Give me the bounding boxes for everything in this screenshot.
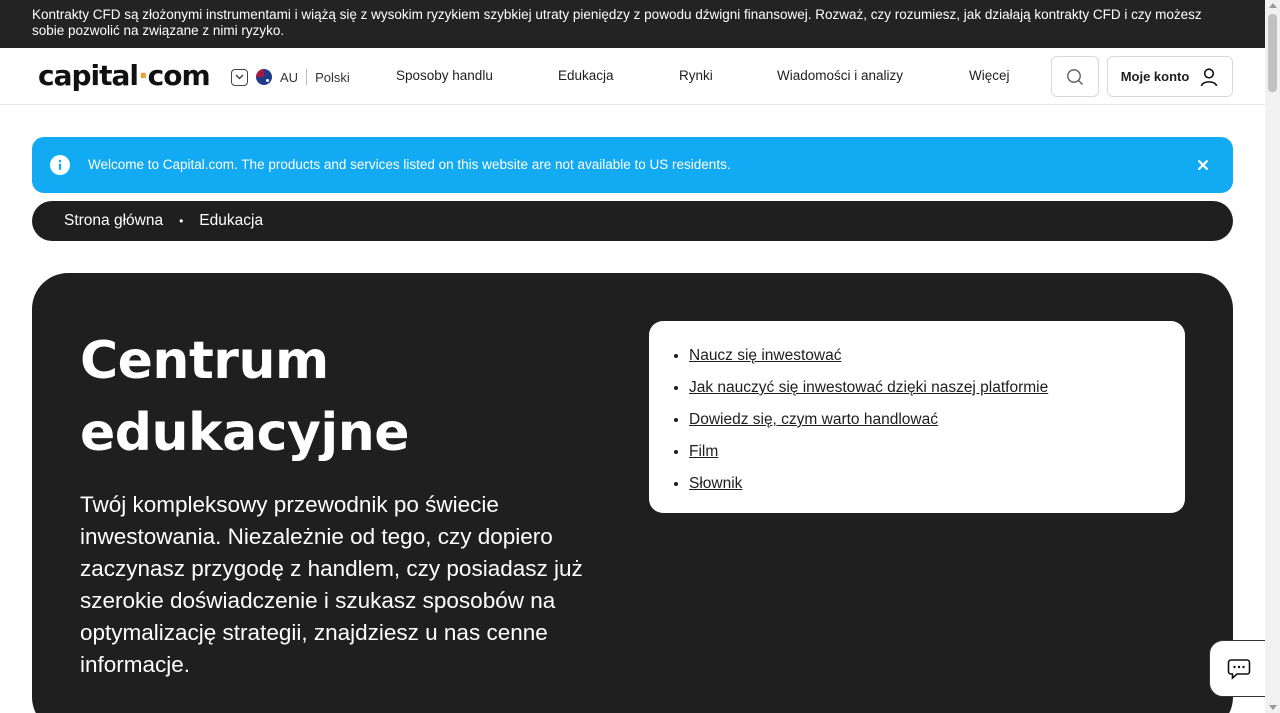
page-title-line-2: edukacyjne [80,403,410,463]
education-links-list: Naucz się inwestować Jak nauczyć się inw… [689,340,1165,500]
breadcrumb-separator: • [179,214,184,228]
risk-warning-bar: Kontrakty CFD są złożonymi instrumentami… [0,0,1265,48]
info-icon [50,155,70,175]
hero-section: Centrum edukacyjne Twój kompleksowy prze… [32,273,1233,713]
link-jak-nauczyc-sie[interactable]: Jak nauczyć się inwestować dzięki naszej… [689,379,1048,396]
logo-text-left: capital [38,59,139,92]
chevron-down-icon[interactable] [231,68,248,86]
language-label: Polski [315,69,350,85]
list-item: Naucz się inwestować [689,340,1165,372]
search-icon [1067,68,1083,85]
region-label: AU [280,69,299,85]
breadcrumb-current: Edukacja [199,212,264,229]
logo-text-right: com [147,59,211,92]
nav-sposoby-handlu[interactable]: Sposoby handlu [396,68,493,84]
search-button[interactable] [1051,56,1099,97]
nav-rynki[interactable]: Rynki [679,68,713,84]
link-slownik[interactable]: Słownik [689,475,742,492]
chat-icon [1227,658,1251,680]
scroll-down-arrow[interactable] [1269,705,1277,710]
link-naucz-sie-inwestowac[interactable]: Naucz się inwestować [689,347,841,364]
account-label: Moje konto [1120,69,1190,84]
page-scrollbar[interactable] [1265,0,1280,713]
link-film[interactable]: Film [689,443,718,460]
page-title: Centrum edukacyjne [80,325,600,469]
list-item: Słownik [689,468,1165,500]
chat-button[interactable] [1209,640,1269,697]
list-item: Dowiedz się, czym warto handlować [689,404,1165,436]
list-item: Jak nauczyć się inwestować dzięki naszej… [689,372,1165,404]
breadcrumb: Strona główna • Edukacja [32,201,1233,241]
scroll-up-arrow[interactable] [1269,3,1277,8]
close-icon[interactable] [1193,155,1213,175]
logo-dot: · [138,59,149,92]
us-residents-notice: Welcome to Capital.com. The products and… [32,137,1233,193]
nav-wiadomosci[interactable]: Wiadomości i analizy [777,68,903,84]
notice-message: Welcome to Capital.com. The products and… [88,157,731,172]
site-header: capital·com AU Polski Sposoby handlu Edu… [0,48,1265,105]
list-item: Film [689,436,1165,468]
breadcrumb-home[interactable]: Strona główna [64,212,163,230]
nav-wiecej[interactable]: Więcej [969,68,1010,84]
flag-icon [256,69,272,85]
link-czym-warto-handlowac[interactable]: Dowiedz się, czym warto handlować [689,411,938,428]
locale-divider [306,69,308,85]
education-links-card: Naucz się inwestować Jak nauczyć się inw… [649,321,1185,513]
nav-edukacja[interactable]: Edukacja [558,68,614,84]
user-icon [1201,67,1218,86]
scroll-thumb[interactable] [1268,14,1277,92]
account-button[interactable]: Moje konto [1107,56,1233,97]
hero-description: Twój kompleksowy przewodnik po świecie i… [80,492,583,677]
logo[interactable]: capital·com [38,58,211,94]
page-title-line-1: Centrum [80,331,329,391]
locale-selector[interactable]: AU Polski [231,67,350,87]
risk-warning-text: Kontrakty CFD są złożonymi instrumentami… [32,7,1202,38]
